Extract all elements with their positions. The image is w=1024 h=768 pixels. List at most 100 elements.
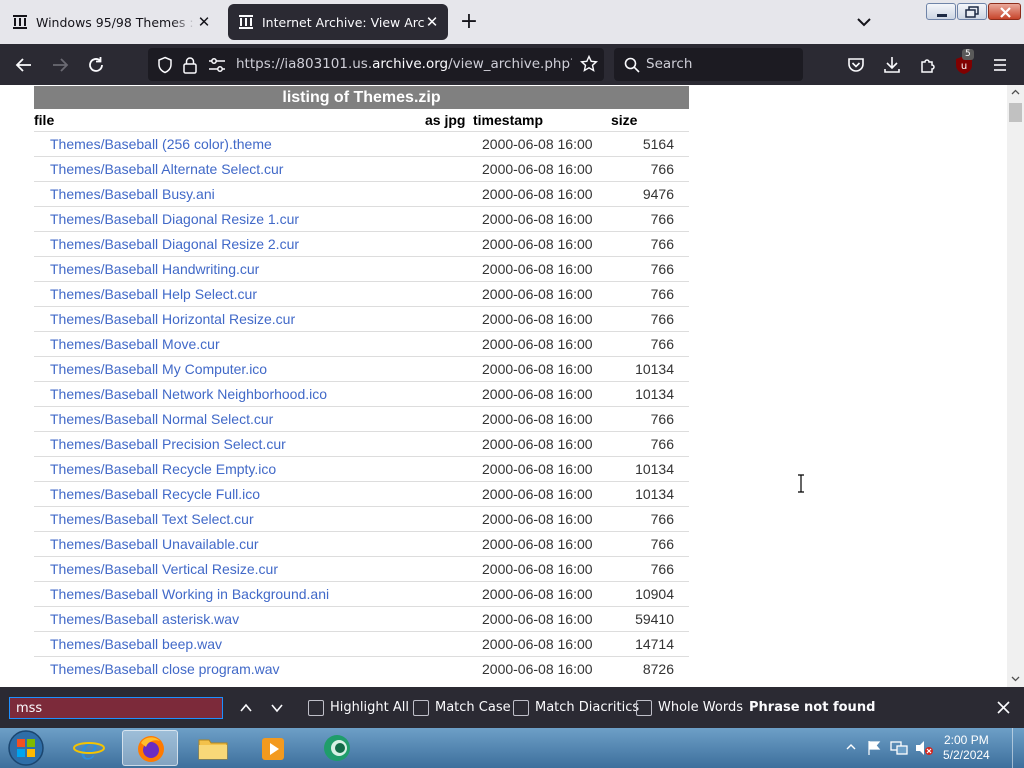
table-row: Themes/Baseball Help Select.cur 2000-06-0… (34, 281, 689, 306)
highlight-all-checkbox[interactable] (308, 700, 324, 716)
firefox-icon (138, 736, 164, 762)
app-icon[interactable] (320, 732, 354, 764)
chevron-down-icon[interactable] (852, 11, 876, 33)
table-row: Themes/Baseball Alternate Select.cur 2000… (34, 156, 689, 181)
table-row: Themes/Baseball Handwriting.cur 2000-06-0… (34, 256, 689, 281)
file-link[interactable]: Themes/Baseball Normal Select.cur (50, 411, 273, 427)
file-size: 766 (650, 236, 674, 252)
extension-badge: 5 (962, 49, 974, 60)
file-link[interactable]: Themes/Baseball Move.cur (50, 336, 220, 352)
action-center-flag-icon[interactable] (866, 740, 882, 756)
start-button-icon[interactable] (6, 729, 46, 767)
file-link[interactable]: Themes/Baseball Working in Background.an… (50, 586, 329, 602)
file-link[interactable]: Themes/Baseball (256 color).theme (50, 136, 272, 152)
match-diacritics-checkbox[interactable] (513, 700, 529, 716)
pocket-icon[interactable] (845, 54, 867, 76)
find-previous-icon[interactable] (238, 700, 254, 716)
search-icon (624, 57, 640, 73)
file-timestamp: 2000-06-08 16:00 (482, 161, 593, 177)
permissions-icon[interactable] (208, 57, 226, 73)
url-bar[interactable]: https://ia803101.us.archive.org/view_arc… (148, 48, 604, 81)
search-bar[interactable]: Search (614, 48, 803, 81)
match-diacritics-label[interactable]: Match Diacritics (535, 700, 639, 715)
close-find-bar-icon[interactable] (996, 700, 1011, 715)
highlight-all-label[interactable]: Highlight All (330, 700, 409, 715)
system-clock[interactable]: 2:00 PM 5/2/2024 (943, 733, 990, 763)
minimize-button[interactable] (926, 3, 956, 20)
file-link[interactable]: Themes/Baseball Diagonal Resize 2.cur (50, 236, 299, 252)
taskbar-firefox-button[interactable] (122, 730, 178, 766)
file-link[interactable]: Themes/Baseball Horizontal Resize.cur (50, 311, 295, 327)
file-explorer-icon[interactable] (196, 732, 230, 764)
file-timestamp: 2000-06-08 16:00 (482, 411, 593, 427)
extensions-icon[interactable] (917, 54, 939, 76)
file-link[interactable]: Themes/Baseball Unavailable.cur (50, 536, 259, 552)
forward-arrow-icon[interactable] (49, 54, 71, 76)
table-row: Themes/Baseball beep.wav 2000-06-08 16:00… (34, 631, 689, 656)
lock-icon[interactable] (182, 56, 198, 74)
file-size: 766 (650, 436, 674, 452)
hamburger-menu-icon[interactable] (989, 54, 1011, 76)
find-bar: Highlight All Match Case Match Diacritic… (0, 687, 1024, 728)
vertical-scrollbar[interactable] (1007, 85, 1024, 687)
file-size: 766 (650, 411, 674, 427)
file-link[interactable]: Themes/Baseball Recycle Empty.ico (50, 461, 276, 477)
find-input[interactable] (9, 697, 223, 719)
match-case-checkbox[interactable] (413, 700, 429, 716)
file-size: 8726 (642, 661, 674, 677)
table-row: Themes/Baseball Normal Select.cur 2000-06… (34, 406, 689, 431)
file-timestamp: 2000-06-08 16:00 (482, 211, 593, 227)
file-timestamp: 2000-06-08 16:00 (482, 511, 593, 527)
new-tab-button[interactable]: + (455, 10, 483, 36)
show-desktop-button[interactable] (1012, 728, 1024, 768)
file-timestamp: 2000-06-08 16:00 (482, 336, 593, 352)
search-placeholder: Search (646, 56, 693, 72)
file-link[interactable]: Themes/Baseball Text Select.cur (50, 511, 254, 527)
back-arrow-icon[interactable] (13, 54, 35, 76)
file-link[interactable]: Themes/Baseball My Computer.ico (50, 361, 267, 377)
file-link[interactable]: Themes/Baseball Network Neighborhood.ico (50, 386, 327, 402)
file-link[interactable]: Themes/Baseball Diagonal Resize 1.cur (50, 211, 299, 227)
restore-icon (965, 6, 979, 18)
scroll-up-arrow-icon[interactable] (1011, 89, 1020, 95)
tab-view-archive[interactable]: Internet Archive: View Archive ✕ (228, 4, 448, 40)
internet-archive-icon (13, 15, 27, 29)
tab-windows-themes[interactable]: Windows 95/98 Themes : Microsoft ✕ (2, 4, 220, 40)
whole-words-checkbox[interactable] (636, 700, 652, 716)
scroll-down-arrow-icon[interactable] (1011, 676, 1020, 682)
file-link[interactable]: Themes/Baseball Busy.ani (50, 186, 215, 202)
ublock-extension-button[interactable]: u 5 (953, 49, 975, 76)
file-link[interactable]: Themes/Baseball close program.wav (50, 661, 280, 677)
file-timestamp: 2000-06-08 16:00 (482, 386, 593, 402)
file-link[interactable]: Themes/Baseball Vertical Resize.cur (50, 561, 278, 577)
media-player-icon[interactable] (258, 732, 290, 764)
file-link[interactable]: Themes/Baseball asterisk.wav (50, 611, 239, 627)
listing-title: listing of Themes.zip (34, 86, 689, 109)
file-link[interactable]: Themes/Baseball Recycle Full.ico (50, 486, 260, 502)
reload-icon[interactable] (85, 54, 107, 76)
file-link[interactable]: Themes/Baseball Alternate Select.cur (50, 161, 283, 177)
match-case-label[interactable]: Match Case (435, 700, 511, 715)
file-timestamp: 2000-06-08 16:00 (482, 361, 593, 377)
find-next-icon[interactable] (269, 700, 285, 716)
shield-icon[interactable] (156, 56, 174, 74)
scrollbar-thumb[interactable] (1009, 103, 1022, 122)
close-window-button[interactable] (988, 3, 1021, 20)
restore-button[interactable] (957, 3, 987, 20)
internet-explorer-icon[interactable]: e (72, 732, 106, 764)
volume-muted-icon[interactable] (914, 739, 934, 757)
column-header-size: size (611, 112, 638, 128)
file-link[interactable]: Themes/Baseball beep.wav (50, 636, 222, 652)
file-timestamp: 2000-06-08 16:00 (482, 586, 593, 602)
close-tab-icon[interactable]: ✕ (196, 13, 212, 31)
whole-words-label[interactable]: Whole Words (658, 700, 743, 715)
show-hidden-icons-icon[interactable] (846, 742, 856, 752)
close-tab-icon[interactable]: ✕ (424, 13, 440, 31)
file-link[interactable]: Themes/Baseball Handwriting.cur (50, 261, 259, 277)
downloads-icon[interactable] (881, 54, 903, 76)
bookmark-star-icon[interactable] (580, 55, 598, 73)
file-link[interactable]: Themes/Baseball Precision Select.cur (50, 436, 286, 452)
network-icon[interactable] (890, 740, 908, 756)
file-link[interactable]: Themes/Baseball Help Select.cur (50, 286, 257, 302)
clock-date: 5/2/2024 (943, 748, 990, 762)
